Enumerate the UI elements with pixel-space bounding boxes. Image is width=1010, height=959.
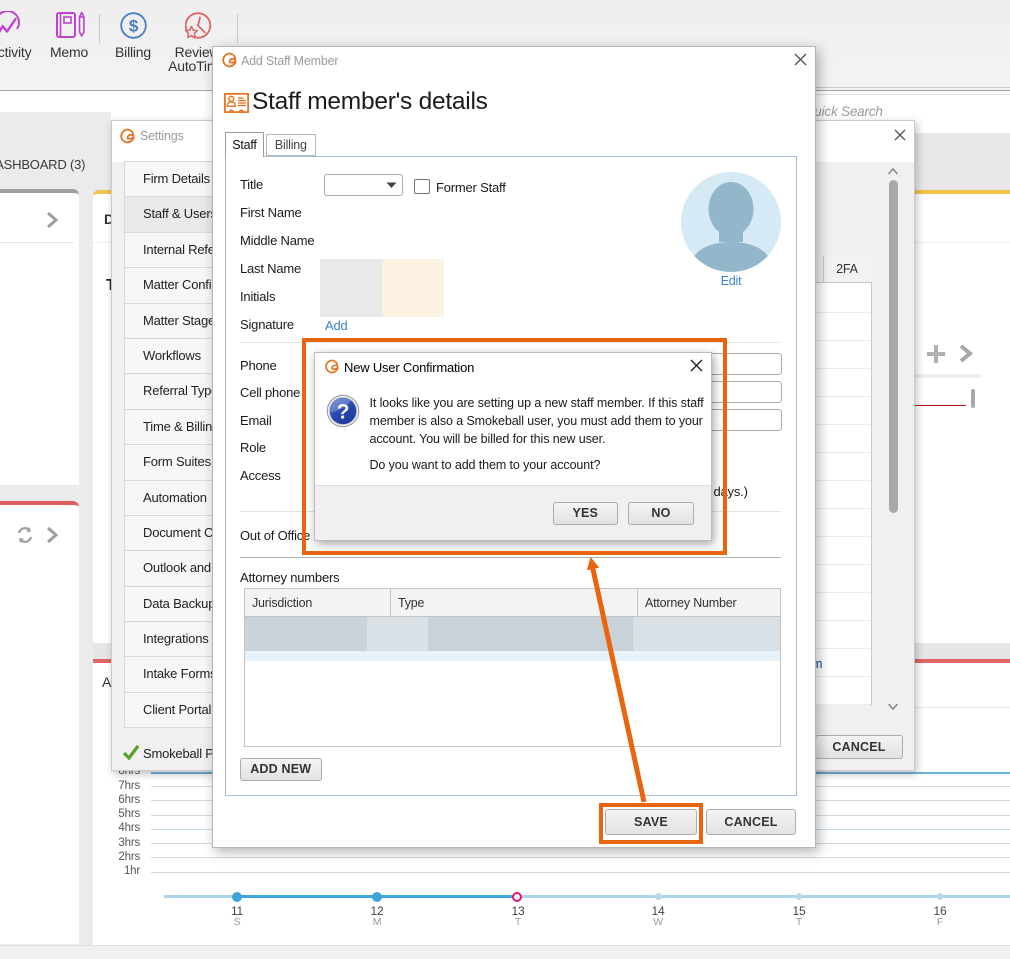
svg-text:$: $ <box>129 17 139 36</box>
